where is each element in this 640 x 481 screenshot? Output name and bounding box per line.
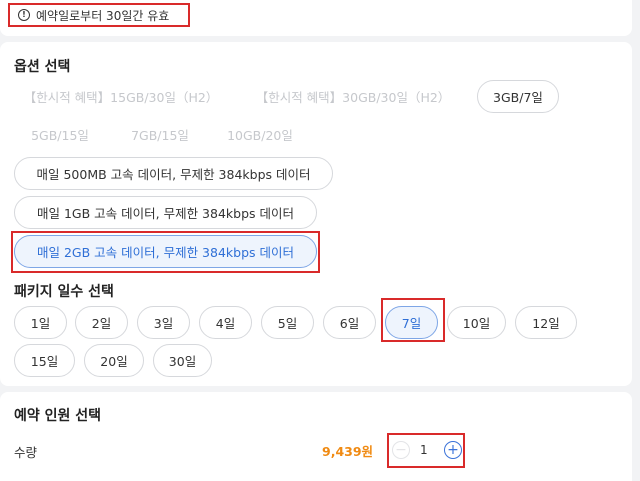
option-chip-10gb-20d[interactable]: 10GB/20일: [212, 118, 308, 151]
day-chip-5[interactable]: 5일: [261, 306, 314, 339]
quantity-value: 1: [420, 443, 428, 457]
option-chip-daily-2gb[interactable]: 매일 2GB 고속 데이터, 무제한 384kbps 데이터: [14, 235, 317, 268]
option-chip-15gb-30d[interactable]: 【한시적 혜택】15GB/30일（H2）: [14, 80, 228, 113]
days-section-title: 패키지 일수 선택: [14, 284, 114, 300]
option-chip-3gb-7d[interactable]: 3GB/7일: [477, 80, 559, 113]
option-chip-daily-500mb[interactable]: 매일 500MB 고속 데이터, 무제한 384kbps 데이터: [14, 157, 333, 190]
day-chip-1[interactable]: 1일: [14, 306, 67, 339]
option-section-title: 옵션 선택: [14, 59, 71, 75]
day-chip-4[interactable]: 4일: [199, 306, 252, 339]
day-chip-30[interactable]: 30일: [153, 344, 212, 377]
option-chip-daily-1gb[interactable]: 매일 1GB 고속 데이터, 무제한 384kbps 데이터: [14, 196, 317, 229]
people-section-title: 예약 인원 선택: [14, 408, 102, 424]
day-chip-3[interactable]: 3일: [137, 306, 190, 339]
day-chip-20[interactable]: 20일: [84, 344, 144, 377]
day-chip-12[interactable]: 12일: [515, 306, 577, 339]
validity-notice-text: 예약일로부터 30일간 유효: [36, 8, 170, 23]
option-chip-5gb-15d[interactable]: 5GB/15일: [14, 118, 106, 151]
option-chip-30gb-30d[interactable]: 【한시적 혜택】30GB/30일（H2）: [244, 80, 462, 113]
info-icon: !: [18, 9, 30, 21]
quantity-label: 수량: [14, 445, 38, 460]
minus-icon[interactable]: −: [392, 441, 410, 459]
day-chip-10[interactable]: 10일: [447, 306, 506, 339]
day-chip-7[interactable]: 7일: [385, 306, 438, 339]
day-chip-15[interactable]: 15일: [14, 344, 75, 377]
price-text: 9,439원: [322, 444, 374, 459]
day-chip-6[interactable]: 6일: [323, 306, 376, 339]
validity-notice: ! 예약일로부터 30일간 유효: [8, 3, 190, 27]
day-chip-2[interactable]: 2일: [75, 306, 128, 339]
plus-icon[interactable]: +: [444, 441, 462, 459]
option-chip-7gb-15d[interactable]: 7GB/15일: [114, 118, 206, 151]
